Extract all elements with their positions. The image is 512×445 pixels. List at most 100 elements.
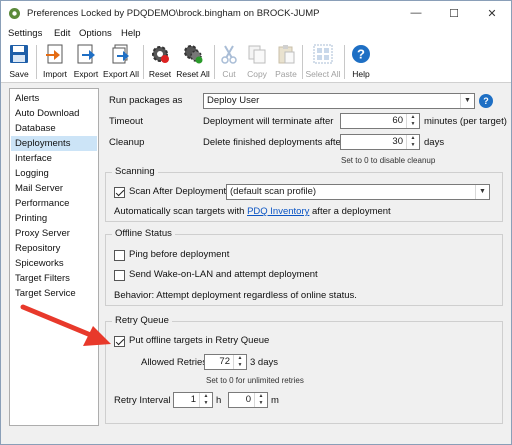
- scanning-info-suffix: after a deployment: [312, 206, 391, 217]
- nav-item-auto-download[interactable]: Auto Download: [11, 106, 97, 121]
- floppy-disk-icon: [10, 45, 28, 63]
- paste-button[interactable]: Paste: [271, 42, 301, 82]
- menu-settings[interactable]: Settings: [8, 28, 42, 39]
- retry-interval-hours-stepper[interactable]: 1 ▲ ▼: [173, 392, 213, 408]
- help-icon[interactable]: ?: [479, 94, 493, 108]
- pdq-inventory-link[interactable]: PDQ Inventory: [247, 206, 309, 217]
- retry-interval-hours-value: 1: [190, 394, 196, 405]
- toolbar-separator: [143, 45, 144, 79]
- nav-item-database[interactable]: Database: [11, 121, 97, 136]
- put-offline-in-retry-queue-label: Put offline targets in Retry Queue: [129, 335, 270, 346]
- run-packages-select[interactable]: Deploy User ▼: [203, 93, 475, 109]
- gear-app-icon: [9, 8, 20, 19]
- preferences-nav-list: Alerts Auto Download Database Deployment…: [9, 88, 99, 426]
- reset-all-gears-icon: [184, 45, 203, 64]
- spinner-arrows-icon[interactable]: ▲ ▼: [233, 355, 246, 369]
- help-question-icon: ?: [352, 45, 370, 63]
- save-label: Save: [9, 69, 29, 79]
- export-all-icon: [112, 44, 129, 64]
- maximize-button[interactable]: ☐: [435, 1, 473, 25]
- scan-profile-select[interactable]: (default scan profile) ▼: [226, 184, 490, 200]
- ping-before-deployment-checkbox[interactable]: [114, 250, 125, 261]
- cleanup-label: Cleanup: [109, 137, 145, 148]
- retry-interval-label: Retry Interval: [114, 395, 171, 406]
- timeout-minutes-stepper[interactable]: 60 ▲ ▼: [340, 113, 420, 129]
- scanning-group-title: Scanning: [112, 166, 158, 177]
- cut-label: Cut: [222, 69, 236, 79]
- nav-item-deployments[interactable]: Deployments: [11, 136, 97, 151]
- copy-button[interactable]: Copy: [242, 42, 272, 82]
- menu-options[interactable]: Options: [79, 28, 112, 39]
- title-bar: Preferences Locked by PDQDEMO\brock.bing…: [1, 1, 511, 27]
- allowed-retries-value: 72: [219, 356, 230, 367]
- export-all-button[interactable]: Export All: [101, 42, 141, 82]
- minimize-button[interactable]: —: [397, 1, 435, 25]
- retry-queue-group: Retry Queue Put offline targets in Retry…: [105, 315, 503, 424]
- cleanup-description: Delete finished deployments after: [203, 137, 344, 148]
- wake-on-lan-checkbox[interactable]: [114, 270, 125, 281]
- svg-text:?: ?: [357, 47, 365, 62]
- nav-item-mail-server[interactable]: Mail Server: [11, 181, 97, 196]
- close-button[interactable]: ✕: [473, 1, 511, 25]
- nav-item-alerts[interactable]: Alerts: [11, 91, 97, 106]
- reset-button[interactable]: Reset: [146, 42, 174, 82]
- select-all-button[interactable]: Select All: [304, 42, 342, 82]
- nav-item-logging[interactable]: Logging: [11, 166, 97, 181]
- timeout-description: Deployment will terminate after: [203, 116, 334, 127]
- preferences-window: Preferences Locked by PDQDEMO\brock.bing…: [0, 0, 512, 445]
- scissors-icon: [221, 45, 237, 64]
- export-all-label: Export All: [103, 69, 139, 79]
- import-label: Import: [42, 69, 68, 79]
- nav-item-proxy-server[interactable]: Proxy Server: [11, 226, 97, 241]
- timeout-unit: minutes (per target): [424, 116, 507, 127]
- scanning-group: Scanning Scan After Deployment (default …: [105, 166, 503, 222]
- allowed-retries-duration: 3 days: [250, 357, 278, 368]
- menu-edit[interactable]: Edit: [54, 28, 70, 39]
- allowed-retries-label: Allowed Retries: [141, 357, 207, 368]
- cleanup-hint: Set to 0 to disable cleanup: [341, 156, 436, 165]
- retry-interval-minutes-stepper[interactable]: 0 ▲ ▼: [228, 392, 268, 408]
- retry-interval-minutes-unit: m: [271, 395, 279, 406]
- cleanup-days-stepper[interactable]: 30 ▲ ▼: [340, 134, 420, 150]
- offline-status-group-title: Offline Status: [112, 228, 175, 239]
- scanning-info-text: Automatically scan targets with PDQ Inve…: [114, 206, 391, 217]
- help-button[interactable]: ? Help: [347, 42, 375, 82]
- cleanup-unit: days: [424, 137, 445, 148]
- window-title: Preferences Locked by PDQDEMO\brock.bing…: [27, 8, 320, 19]
- spinner-arrows-icon[interactable]: ▲ ▼: [254, 393, 267, 407]
- timeout-label: Timeout: [109, 116, 143, 127]
- deployments-settings-panel: Run packages as Deploy User ▼ ? Timeout …: [105, 88, 507, 430]
- spinner-arrows-icon[interactable]: ▲ ▼: [406, 135, 419, 149]
- nav-item-interface[interactable]: Interface: [11, 151, 97, 166]
- nav-item-printing[interactable]: Printing: [11, 211, 97, 226]
- export-button[interactable]: Export: [71, 42, 101, 82]
- nav-item-target-service[interactable]: Target Service: [11, 286, 97, 301]
- cut-button[interactable]: Cut: [217, 42, 241, 82]
- toolbar-separator: [302, 45, 303, 79]
- save-button[interactable]: Save: [5, 42, 33, 82]
- scan-after-deployment-label: Scan After Deployment: [129, 186, 227, 197]
- help-label: Help: [352, 69, 370, 79]
- put-offline-in-retry-queue-checkbox[interactable]: [114, 336, 125, 347]
- run-packages-value: Deploy User: [207, 95, 260, 106]
- reset-all-button[interactable]: Reset All: [174, 42, 212, 82]
- timeout-minutes-value: 60: [392, 115, 403, 126]
- spinner-arrows-icon[interactable]: ▲ ▼: [199, 393, 212, 407]
- import-button[interactable]: Import: [39, 42, 71, 82]
- offline-status-group: Offline Status Ping before deployment Se…: [105, 228, 503, 306]
- reset-label: Reset: [148, 69, 172, 79]
- menu-help[interactable]: Help: [121, 28, 141, 39]
- spinner-arrows-icon[interactable]: ▲ ▼: [406, 114, 419, 128]
- chevron-down-icon: ▼: [460, 94, 474, 108]
- retry-queue-group-title: Retry Queue: [112, 315, 172, 326]
- import-icon: [46, 44, 63, 64]
- nav-item-performance[interactable]: Performance: [11, 196, 97, 211]
- scanning-info-prefix: Automatically scan targets with: [114, 206, 245, 217]
- scan-profile-value: (default scan profile): [230, 186, 317, 197]
- clipboard-icon: [278, 45, 295, 64]
- nav-item-spiceworks[interactable]: Spiceworks: [11, 256, 97, 271]
- nav-item-repository[interactable]: Repository: [11, 241, 97, 256]
- scan-after-deployment-checkbox[interactable]: [114, 187, 125, 198]
- nav-item-target-filters[interactable]: Target Filters: [11, 271, 97, 286]
- allowed-retries-stepper[interactable]: 72 ▲ ▼: [204, 354, 247, 370]
